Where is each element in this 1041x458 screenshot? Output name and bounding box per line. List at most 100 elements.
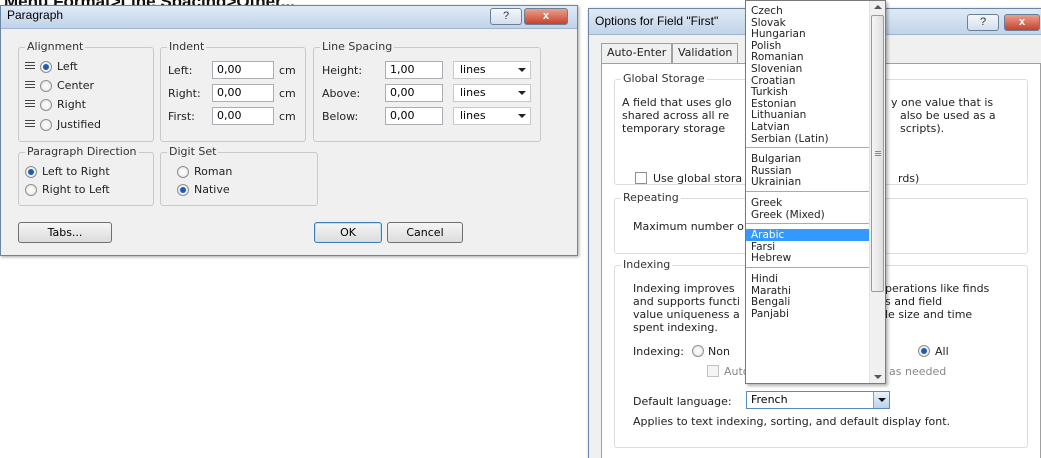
global-storage-text-line3: temporary storage xyxy=(622,122,726,135)
alignment-left-radio[interactable] xyxy=(40,61,52,73)
height-unit-select[interactable]: lines xyxy=(453,61,531,79)
indexing-text-line2: and supports functi xyxy=(633,295,740,308)
roman-label[interactable]: Roman xyxy=(194,165,232,178)
help-button[interactable]: ? xyxy=(967,14,999,31)
dropdown-scrollbar[interactable] xyxy=(869,1,885,383)
tab-validation[interactable]: Validation xyxy=(672,43,739,63)
right-to-left-label[interactable]: Right to Left xyxy=(42,183,110,196)
default-language-select[interactable]: French xyxy=(746,391,890,409)
language-option[interactable]: Slovenian xyxy=(746,63,870,75)
indent-first-input[interactable]: 0,00 xyxy=(212,107,274,125)
language-option[interactable]: Romanian xyxy=(746,51,870,63)
align-center-icon xyxy=(25,81,35,90)
global-storage-checkbox[interactable] xyxy=(635,172,647,184)
language-option[interactable]: Hindi xyxy=(746,273,870,285)
alignment-right-label[interactable]: Right xyxy=(57,98,86,111)
alignment-center-label[interactable]: Center xyxy=(57,79,94,92)
alignment-justified-radio[interactable] xyxy=(40,119,52,131)
ok-button[interactable]: OK xyxy=(314,222,382,243)
language-option[interactable]: Arabic xyxy=(746,229,870,241)
default-language-note: Applies to text indexing, sorting, and d… xyxy=(633,415,951,428)
language-option[interactable]: Ukrainian xyxy=(746,176,870,188)
line-spacing-title: Line Spacing xyxy=(320,40,395,53)
global-storage-text-right2: also be used as a xyxy=(900,109,996,122)
digit-set-title: Digit Set xyxy=(167,145,219,158)
indexing-all-label[interactable]: All xyxy=(935,345,949,358)
close-button[interactable]: x xyxy=(1004,14,1040,31)
language-option[interactable]: Panjabi xyxy=(746,308,870,320)
auto-create-label-end: as needed xyxy=(889,365,947,378)
roman-radio[interactable] xyxy=(177,166,189,178)
indent-left-input[interactable]: 0,00 xyxy=(212,61,274,79)
tabs-button[interactable]: Tabs... xyxy=(18,222,112,243)
scrollbar-thumb[interactable] xyxy=(871,15,884,292)
field-options-title: Options for Field "First" xyxy=(595,14,719,28)
tab-auto-enter[interactable]: Auto-Enter xyxy=(601,43,673,63)
language-option[interactable]: Hebrew xyxy=(746,252,870,264)
indexing-text-line4: spent indexing. xyxy=(633,321,718,334)
language-option[interactable]: Czech xyxy=(746,5,870,17)
alignment-justified-label[interactable]: Justified xyxy=(57,118,101,131)
indexing-all-radio[interactable] xyxy=(918,345,930,357)
below-input[interactable]: 0,00 xyxy=(385,107,443,125)
indent-right-unit: cm xyxy=(279,87,296,100)
height-label: Height: xyxy=(322,64,363,77)
auto-create-checkbox[interactable] xyxy=(707,365,719,377)
indent-right-input[interactable]: 0,00 xyxy=(212,84,274,102)
cancel-button[interactable]: Cancel xyxy=(387,222,463,243)
language-option[interactable]: Serbian (Latin) xyxy=(746,133,870,145)
indent-left-label: Left: xyxy=(168,64,193,77)
right-to-left-radio[interactable] xyxy=(25,184,37,196)
paragraph-dialog: Paragraph ? x Alignment Left Center Righ… xyxy=(0,5,578,256)
language-option[interactable]: Bulgarian xyxy=(746,153,870,165)
global-storage-text-line2: shared across all re xyxy=(622,109,730,122)
alignment-right-radio[interactable] xyxy=(40,99,52,111)
height-input[interactable]: 1,00 xyxy=(385,61,443,79)
language-option[interactable]: Bengali xyxy=(746,296,870,308)
language-option[interactable]: Hungarian xyxy=(746,28,870,40)
alignment-left-label[interactable]: Left xyxy=(57,60,78,73)
global-storage-text-right1: y one value that is xyxy=(891,96,994,109)
indexing-label: Indexing: xyxy=(633,345,684,358)
native-label[interactable]: Native xyxy=(194,183,230,196)
alignment-center-radio[interactable] xyxy=(40,80,52,92)
indexing-none-label[interactable]: Non xyxy=(708,345,730,358)
above-label: Above: xyxy=(322,87,361,100)
dropdown-separator xyxy=(746,223,870,224)
indexing-text-right2: s and field xyxy=(885,295,943,308)
language-option[interactable]: Turkish xyxy=(746,86,870,98)
direction-title: Paragraph Direction xyxy=(25,145,139,158)
chevron-down-icon xyxy=(518,91,526,95)
language-option[interactable]: Greek xyxy=(746,197,870,209)
default-language-dropdown-button[interactable] xyxy=(873,392,889,408)
scroll-up-arrow-icon[interactable] xyxy=(874,5,882,9)
global-storage-title: Global Storage xyxy=(621,72,707,85)
language-option[interactable]: Greek (Mixed) xyxy=(746,209,870,221)
left-to-right-radio[interactable] xyxy=(25,166,37,178)
indexing-text-right3: le size and time xyxy=(885,308,973,321)
direction-group: Paragraph Direction xyxy=(18,145,154,206)
language-option[interactable]: Latvian xyxy=(746,121,870,133)
dropdown-separator xyxy=(746,267,870,268)
repeating-text: Maximum number o xyxy=(633,220,744,233)
indexing-title: Indexing xyxy=(621,258,673,271)
native-radio[interactable] xyxy=(177,184,189,196)
language-option[interactable]: Lithuanian xyxy=(746,109,870,121)
default-language-value: French xyxy=(751,393,788,406)
indexing-none-radio[interactable] xyxy=(692,345,704,357)
left-to-right-label[interactable]: Left to Right xyxy=(42,165,110,178)
above-unit-select[interactable]: lines xyxy=(453,84,531,102)
close-button[interactable]: x xyxy=(524,8,568,25)
chevron-down-icon xyxy=(878,398,886,402)
indent-first-unit: cm xyxy=(279,110,296,123)
scroll-down-arrow-icon[interactable] xyxy=(874,375,882,379)
help-button[interactable]: ? xyxy=(490,8,522,25)
below-unit-select[interactable]: lines xyxy=(453,107,531,125)
above-input[interactable]: 0,00 xyxy=(385,84,443,102)
indexing-text-line3: value uniqueness a xyxy=(633,308,740,321)
language-dropdown-list[interactable]: Czech Slovak Hungarian Polish Romanian Sloven… xyxy=(745,0,886,384)
paragraph-title: Paragraph xyxy=(7,8,64,22)
above-unit-value: lines xyxy=(460,86,486,99)
align-left-icon xyxy=(25,62,35,71)
global-storage-checkbox-label[interactable]: Use global stora xyxy=(653,172,742,185)
